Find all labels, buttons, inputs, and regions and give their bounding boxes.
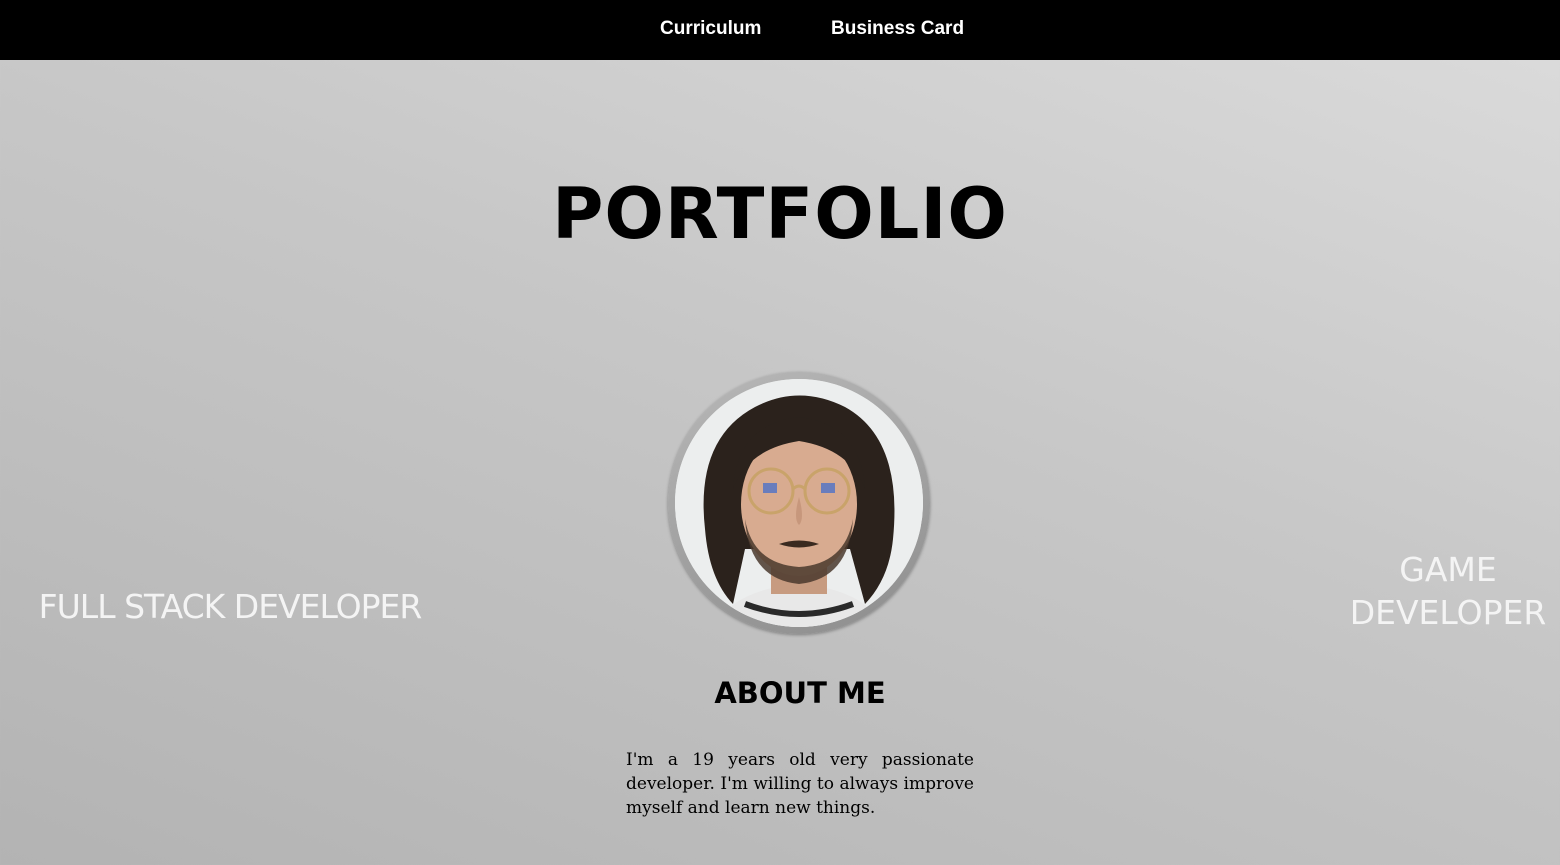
about-me-heading: ABOUT ME [714, 676, 886, 710]
profile-photo [675, 379, 923, 627]
page-title: PORTFOLIO [552, 173, 1008, 255]
profile-avatar [668, 372, 930, 634]
about-me-text: I'm a 19 years old very passionate devel… [626, 750, 974, 818]
full-stack-developer-label: FULL STACK DEVELOPER [38, 587, 423, 626]
game-developer-label: GAME DEVELOPER [1349, 550, 1547, 632]
top-navigation-bar: Curriculum Business Card [0, 0, 1560, 60]
nav-link-curriculum[interactable]: Curriculum [660, 17, 761, 41]
nav-link-business-card[interactable]: Business Card [831, 17, 964, 41]
